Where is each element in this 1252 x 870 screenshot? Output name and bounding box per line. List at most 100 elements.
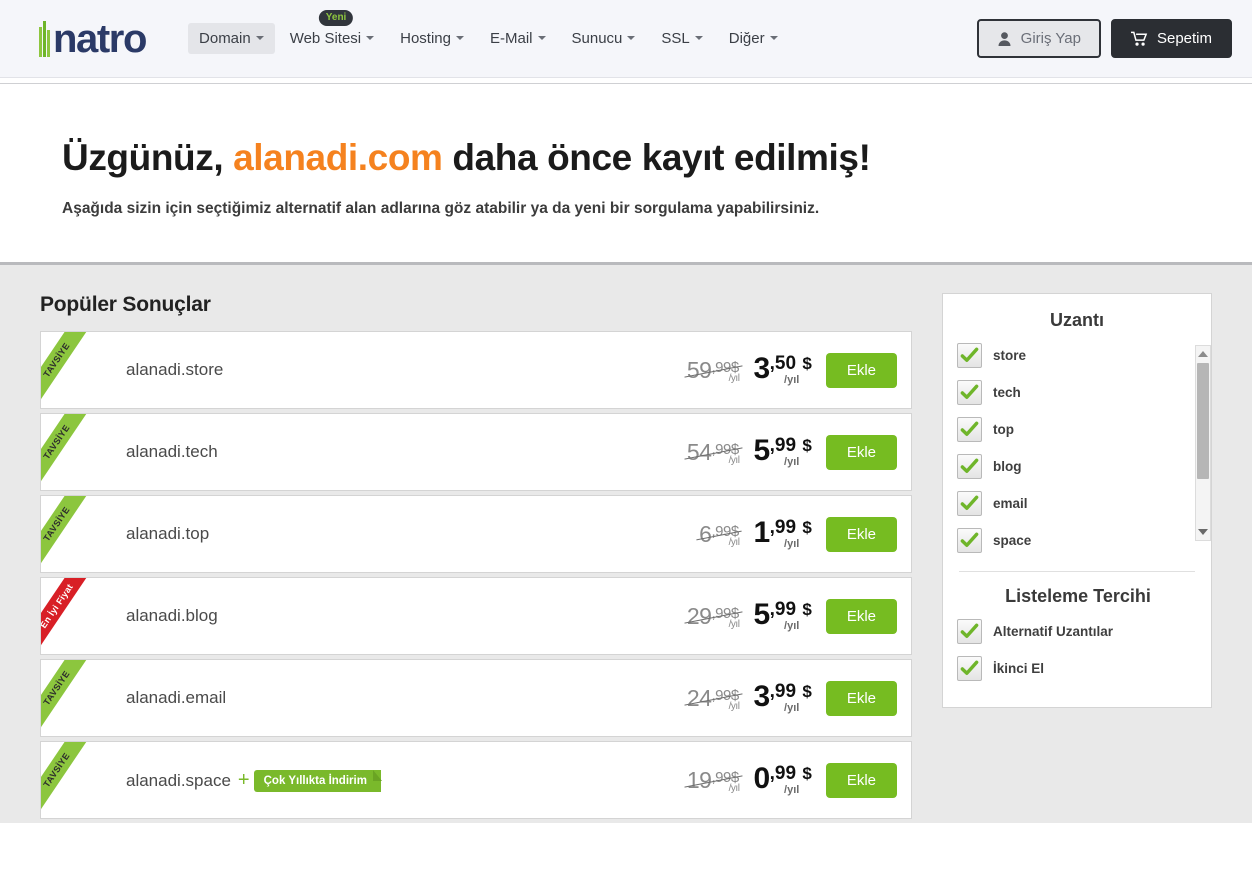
- extension-label: blog: [993, 459, 1022, 474]
- old-price: 59,99$/yıl: [686, 356, 740, 384]
- extension-checkbox[interactable]: [957, 454, 982, 479]
- nav-item-email[interactable]: E-Mail: [479, 23, 557, 54]
- new-price-decimals: ,99: [769, 681, 797, 702]
- extension-checkbox[interactable]: [957, 343, 982, 368]
- listing-checkbox[interactable]: [957, 656, 982, 681]
- ribbon-label: TAVSİYE: [41, 332, 97, 408]
- add-to-cart-button[interactable]: Ekle: [825, 598, 897, 634]
- chevron-down-icon: [537, 36, 546, 41]
- listing-preference-block: Listeleme Tercihi Alternatif Uzantılar İk…: [943, 586, 1211, 681]
- cart-icon: [1130, 31, 1148, 46]
- extensions-title: Uzantı: [1050, 310, 1104, 330]
- title-domain: alanadi.com: [233, 137, 443, 178]
- new-price-period: /yıl: [784, 620, 800, 632]
- nav-item-web-sitesi[interactable]: Yeni Web Sitesi: [279, 10, 385, 54]
- triangle-up-icon: [1198, 351, 1208, 357]
- add-to-cart-button[interactable]: Ekle: [825, 434, 897, 470]
- old-price-decimals: ,99: [711, 768, 731, 786]
- old-price-period: /yıl: [728, 618, 740, 630]
- old-price: 24,99$/yıl: [686, 684, 740, 712]
- listing-options-list: Alternatif Uzantılar İkinci El: [957, 619, 1199, 681]
- extension-filter-row[interactable]: space: [957, 528, 1199, 553]
- extensions-scroll-area: store tech top blog email space: [943, 343, 1211, 553]
- new-price-period: /yıl: [784, 374, 800, 386]
- listing-option-row[interactable]: Alternatif Uzantılar: [957, 619, 1199, 644]
- new-price-currency: $: [802, 764, 812, 783]
- add-to-cart-button[interactable]: Ekle: [825, 352, 897, 388]
- table-row[interactable]: TAVSİYE alanadi.email 24,99$/yıl 3,99/yıl$ E…: [40, 659, 912, 737]
- new-price-decimals: ,99: [769, 517, 797, 538]
- new-price: 5,99/yıl$: [753, 436, 811, 468]
- ribbon-badge: TAVSİYE: [41, 660, 103, 736]
- page-title: Üzgünüz, alanadi.com daha önce kayıt edi…: [62, 136, 1252, 180]
- add-to-cart-button[interactable]: Ekle: [825, 516, 897, 552]
- listing-checkbox[interactable]: [957, 619, 982, 644]
- extension-checkbox[interactable]: [957, 491, 982, 516]
- extension-filter-row[interactable]: top: [957, 417, 1199, 442]
- extensions-scrollbar[interactable]: [1195, 345, 1211, 541]
- table-row[interactable]: TAVSİYE alanadi.top 6,99$/yıl 1,99/yıl$ Ekle: [40, 495, 912, 573]
- logo-mark-icon: [38, 20, 51, 57]
- extension-checkbox[interactable]: [957, 380, 982, 405]
- header-actions: Giriş Yap Sepetim: [976, 19, 1232, 58]
- main-nav: Domain Yeni Web Sitesi Hosting E-Mail Su…: [188, 10, 789, 54]
- title-suffix: daha önce kayıt edilmiş!: [442, 137, 871, 178]
- extension-filter-row[interactable]: email: [957, 491, 1199, 516]
- new-price-currency: $: [802, 436, 812, 455]
- table-row[interactable]: En İyi Fiyat alanadi.blog 29,99$/yıl 5,99/y…: [40, 577, 912, 655]
- chevron-down-icon: [694, 36, 703, 41]
- domain-name: alanadi.tech: [126, 442, 218, 461]
- check-icon: [960, 347, 979, 362]
- new-price-period: /yıl: [784, 456, 800, 468]
- check-icon: [960, 421, 979, 436]
- login-button-label: Giriş Yap: [1020, 30, 1081, 47]
- extension-filter-row[interactable]: tech: [957, 380, 1199, 405]
- extension-filter-row[interactable]: store: [957, 343, 1199, 368]
- nav-item-sunucu[interactable]: Sunucu: [561, 23, 647, 54]
- new-price: 3,99/yıl$: [753, 682, 811, 714]
- login-button[interactable]: Giriş Yap: [976, 19, 1101, 58]
- natro-logo[interactable]: natro: [38, 16, 147, 61]
- table-row[interactable]: TAVSİYE alanadi.tech 54,99$/yıl 5,99/yıl$ Ek…: [40, 413, 912, 491]
- scrollbar-thumb[interactable]: [1197, 363, 1209, 479]
- scroll-up-arrow[interactable]: [1196, 346, 1210, 362]
- nav-badge-new: Yeni: [318, 10, 354, 26]
- multiyear-discount-badge[interactable]: Çok Yıllıkta İndirim: [253, 769, 383, 792]
- site-header: natro Domain Yeni Web Sitesi Hosting E-M…: [0, 0, 1252, 78]
- add-to-cart-button[interactable]: Ekle: [825, 680, 897, 716]
- nav-item-ssl[interactable]: SSL: [650, 23, 713, 54]
- new-price-currency: $: [802, 600, 812, 619]
- logo-text: natro: [53, 16, 147, 61]
- nav-item-label: SSL: [661, 30, 690, 47]
- new-price: 3,50/yıl$: [753, 354, 811, 386]
- extension-label: top: [993, 422, 1014, 437]
- check-icon: [960, 384, 979, 399]
- extension-checkbox[interactable]: [957, 417, 982, 442]
- listing-option-row[interactable]: İkinci El: [957, 656, 1199, 681]
- chevron-down-icon: [627, 36, 636, 41]
- new-price-currency: $: [802, 518, 812, 537]
- ribbon-label: TAVSİYE: [41, 660, 97, 736]
- chevron-down-icon: [769, 36, 778, 41]
- scroll-down-arrow[interactable]: [1196, 524, 1210, 540]
- nav-item-diger[interactable]: Diğer: [718, 23, 789, 54]
- add-to-cart-button[interactable]: Ekle: [825, 762, 897, 798]
- table-row[interactable]: TAVSİYE alanadi.store 59,99$/yıl 3,50/yıl$ E…: [40, 331, 912, 409]
- cart-button[interactable]: Sepetim: [1110, 19, 1232, 58]
- extension-label: email: [993, 496, 1028, 511]
- old-price-period: /yıl: [728, 536, 740, 548]
- nav-item-domain[interactable]: Domain: [188, 23, 275, 54]
- extension-filter-row[interactable]: blog: [957, 454, 1199, 479]
- nav-item-hosting[interactable]: Hosting: [389, 23, 475, 54]
- nav-item-label: E-Mail: [489, 30, 533, 47]
- table-row[interactable]: TAVSİYE alanadi.space + Çok Yıllıkta İndiri…: [40, 741, 912, 819]
- hero-subtitle: Aşağıda sizin için seçtiğimiz alternatif…: [62, 200, 820, 217]
- extension-checkbox[interactable]: [957, 528, 982, 553]
- extension-label: store: [993, 348, 1027, 363]
- new-price-integer: 5: [753, 598, 770, 631]
- listing-label: Alternatif Uzantılar: [993, 624, 1114, 639]
- ribbon-label: En İyi Fiyat: [41, 578, 97, 654]
- price-block: 59,99$/yıl 3,50/yıl$ Ekle: [686, 352, 911, 388]
- new-price-period: /yıl: [784, 784, 800, 796]
- new-price-integer: 0: [753, 762, 770, 795]
